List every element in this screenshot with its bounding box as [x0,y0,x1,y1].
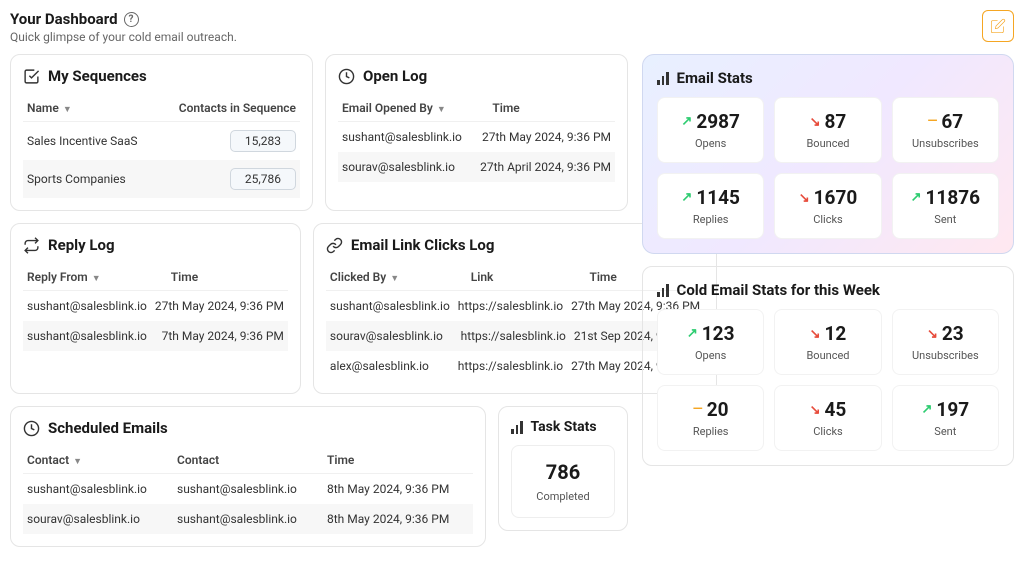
sequence-icon [23,68,40,85]
stat-label: Clicks [783,213,872,226]
scheduled-emails-card: Scheduled Emails Contact▼ContactTime sus… [10,406,486,547]
stat-value: ↗2987 [666,110,755,133]
stat-value: ↗87 [783,110,872,133]
col-name-header[interactable]: Name▼ [27,101,168,115]
stat-value: —20 [666,398,755,421]
stat-label: Opens [666,137,755,150]
stat-value: ↗123 [666,322,755,345]
trend-icon: ↗ [810,114,821,129]
my-sequences-card: My Sequences Name▼Contacts in Sequence S… [10,54,313,211]
stat-label: Unsubscribes [901,137,990,150]
col-by-header[interactable]: Clicked By▼ [330,270,463,284]
stat-box: ↗197 Sent [892,385,999,451]
trend-icon: ↗ [911,190,922,205]
page-title: Your Dashboard [10,10,118,28]
reply-log-card: Reply Log Reply From▼Time sushant@salesb… [10,223,301,394]
stat-value: ↗11876 [901,186,990,209]
col-time-header: Time [171,270,284,284]
trend-icon: ↗ [799,190,810,205]
email-stats-card: Email Stats ↗2987Opens↗87Bounced—67Unsub… [642,54,1014,254]
reply-icon [23,237,40,254]
table-row[interactable]: sushant@salesblink.io7th May 2024, 9:36 … [23,321,288,351]
task-stat-box: 786 Completed [511,445,615,518]
stat-label: Unsubscribes [901,349,990,362]
trend-icon: ↗ [927,326,938,341]
col-contact-header[interactable]: Contact▼ [27,453,169,467]
task-stats-card: Task Stats 786 Completed [498,406,628,531]
col-link-header: Link [471,270,582,284]
stat-value: —67 [901,110,990,133]
table-row[interactable]: sushant@salesblink.iosushant@salesblink.… [23,474,473,504]
stat-box: —20 Replies [657,385,764,451]
stat-value: ↗23 [901,322,990,345]
stat-box: ↗11876 Sent [892,173,999,239]
stat-label: Sent [901,425,990,438]
stat-value: ↗12 [783,322,872,345]
stat-box: ↗1670 Clicks [774,173,881,239]
table-row[interactable]: sourav@salesblink.io27th April 2024, 9:3… [338,152,615,182]
stat-value: ↗197 [901,398,990,421]
bar-chart-icon [657,71,669,85]
trend-icon: ↗ [810,326,821,341]
table-row[interactable]: sourav@salesblink.iosushant@salesblink.i… [23,504,473,534]
bar-chart-icon [657,283,669,297]
trend-icon: — [693,402,703,417]
stat-label: Opens [666,349,755,362]
trend-icon: ↗ [681,190,692,205]
table-row[interactable]: Sports Companies25,786 [23,160,300,198]
clock-icon [23,420,40,437]
page-subtitle: Quick glimpse of your cold email outreac… [10,30,1014,44]
edit-dashboard-button[interactable] [982,10,1014,42]
stat-label: Bounced [783,137,872,150]
col-contact2-header: Contact [177,453,319,467]
stat-box: ↗23 Unsubscribes [892,309,999,375]
col-contacts-header: Contacts in Sequence [176,101,296,115]
stat-label: Bounced [783,349,872,362]
table-row[interactable]: sushant@salesblink.io27th May 2024, 9:36… [338,122,615,152]
trend-icon: ↗ [687,326,698,341]
trend-icon: ↗ [922,402,933,417]
help-icon[interactable]: ? [124,12,139,27]
stat-value: ↗45 [783,398,872,421]
stat-label: Clicks [783,425,872,438]
stat-box: ↗45 Clicks [774,385,881,451]
stat-box: ↗87 Bounced [774,97,881,163]
trend-icon: ↗ [681,114,692,129]
stat-box: ↗2987 Opens [657,97,764,163]
stat-value: ↗1670 [783,186,872,209]
stat-box: ↗12 Bounced [774,309,881,375]
col-time-header: Time [327,453,469,467]
col-email-header[interactable]: Email Opened By▼ [342,101,484,115]
stat-box: ↗1145 Replies [657,173,764,239]
week-stats-card: Cold Email Stats for this Week ↗123Opens… [642,266,1014,466]
stat-box: ↗123 Opens [657,309,764,375]
bar-chart-icon [511,420,523,434]
trend-icon: — [927,114,937,129]
clock-icon [338,68,355,85]
stat-box: —67 Unsubscribes [892,97,999,163]
col-time-header: Time [492,101,611,115]
page-header: Your Dashboard? Quick glimpse of your co… [10,10,1014,44]
stat-label: Sent [901,213,990,226]
stat-value: ↗1145 [666,186,755,209]
stat-label: Replies [666,213,755,226]
col-from-header[interactable]: Reply From▼ [27,270,163,284]
task-label: Completed [520,490,606,503]
link-icon [326,237,343,254]
open-log-card: Open Log Email Opened By▼Time sushant@sa… [325,54,628,211]
task-value: 786 [520,460,606,484]
stat-label: Replies [666,425,755,438]
trend-icon: ↗ [810,402,821,417]
table-row[interactable]: Sales Incentive SaaS15,283 [23,122,300,160]
table-row[interactable]: sushant@salesblink.io27th May 2024, 9:36… [23,291,288,321]
